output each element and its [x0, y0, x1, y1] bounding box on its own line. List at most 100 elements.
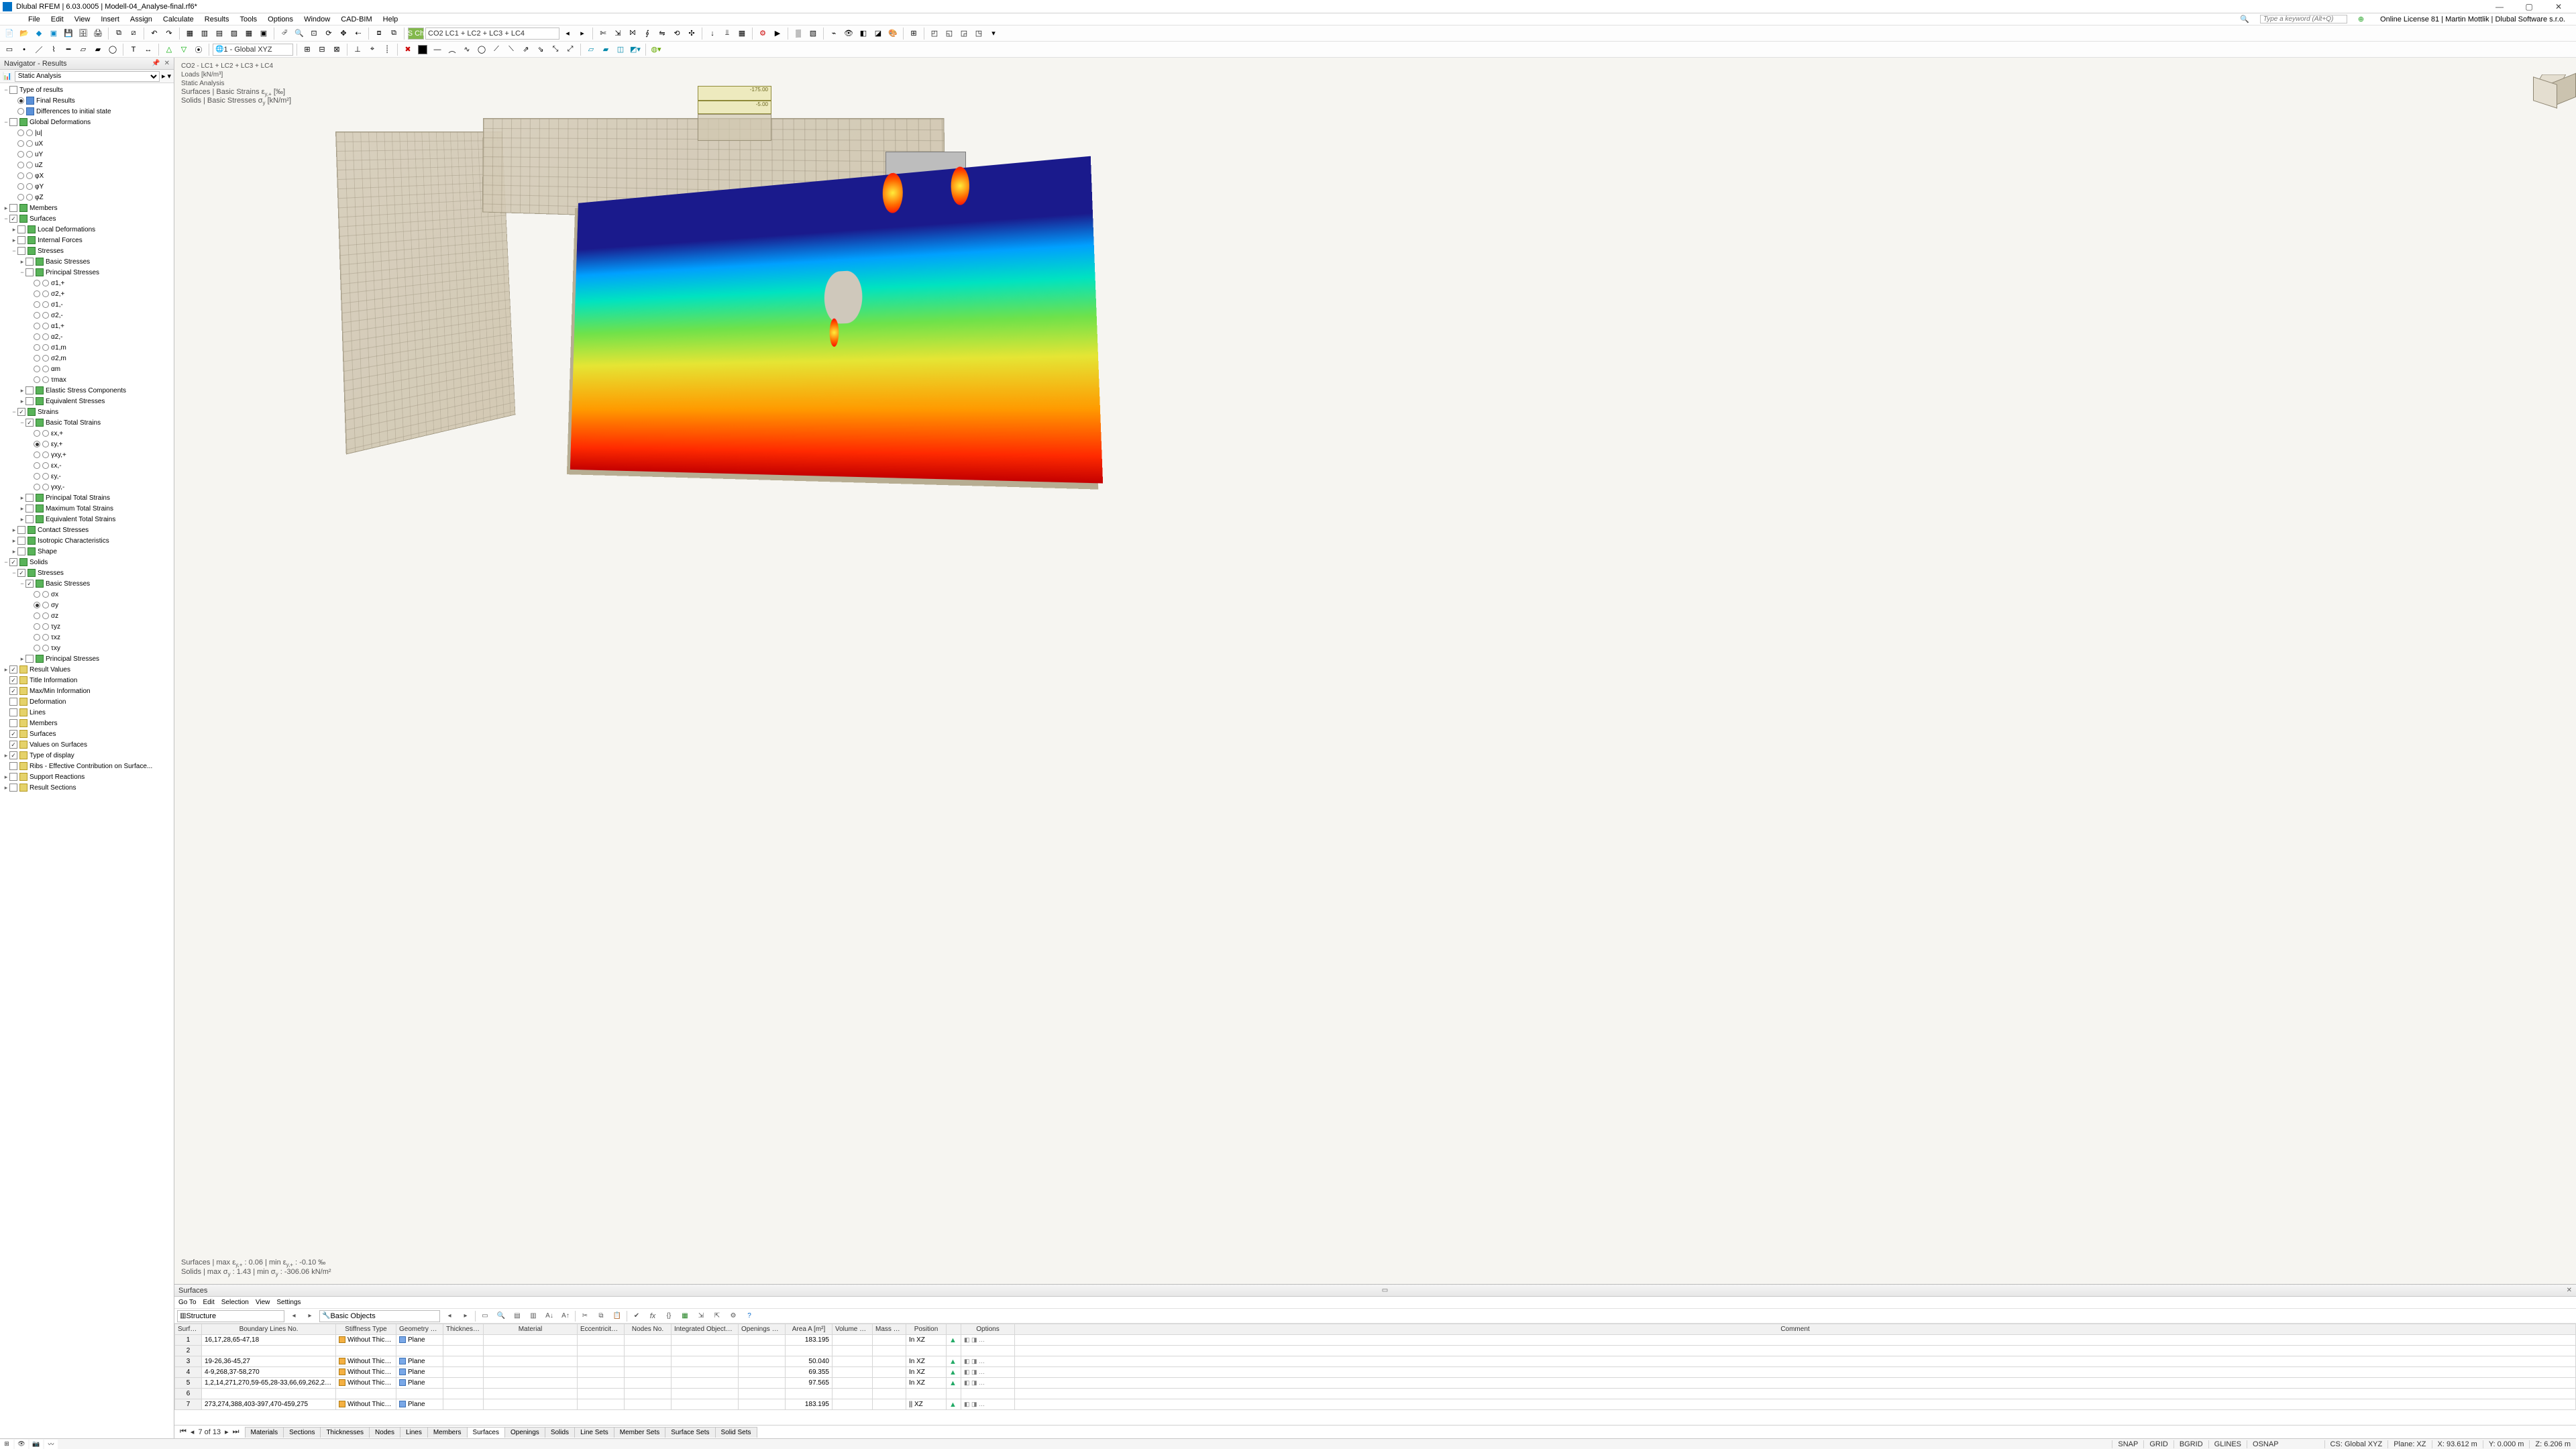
tb-x[interactable]: ◱	[943, 27, 956, 40]
tb-show-loads[interactable]: ▦	[183, 27, 197, 40]
bp-tab-line-sets[interactable]: Line Sets	[574, 1427, 614, 1438]
tb2-surf4[interactable]: ◩▾	[629, 43, 642, 56]
navigator-pin-icon[interactable]: 📌	[152, 60, 160, 67]
tb-prev-view[interactable]: ⇠	[352, 27, 365, 40]
tree-equiv-stresses[interactable]: ▸Equivalent Stresses	[0, 396, 174, 407]
tb2-solid1[interactable]: ◍▾	[649, 43, 663, 56]
tb-orbit[interactable]: ⟳	[322, 27, 335, 40]
tb-clipping[interactable]: ⧉	[387, 27, 400, 40]
tb-extend[interactable]: ⇲	[611, 27, 625, 40]
menu-insert[interactable]: Insert	[95, 15, 125, 23]
pager-last-icon[interactable]: ⏭	[231, 1428, 241, 1436]
tb-model-icon[interactable]: ◆	[32, 27, 46, 40]
tb-zoom-extents[interactable]: ⊡	[307, 27, 321, 40]
menu-cadbim[interactable]: CAD-BIM	[335, 15, 377, 23]
tb-trim[interactable]: ✄	[596, 27, 610, 40]
col-header-10[interactable]: Area A [m²]	[786, 1324, 833, 1335]
bp-combo-category[interactable]: ▥ Structure	[177, 1310, 284, 1322]
sb-grid[interactable]: GRID	[2143, 1440, 2174, 1448]
col-header-11[interactable]: Volume V [m³]	[833, 1324, 873, 1335]
tb2-grid2[interactable]: ⊟	[315, 43, 329, 56]
table-row[interactable]: 116,17,28,65-47,18Without Thickn...Plane…	[175, 1335, 2576, 1346]
sb-line-icon[interactable]: 〰	[44, 1440, 58, 1449]
tb-zoom-window[interactable]: 🔍	[292, 27, 306, 40]
bp-tab-nodes[interactable]: Nodes	[369, 1427, 400, 1438]
bp-btn-export[interactable]: ⇲	[694, 1310, 708, 1322]
sb-osnap[interactable]: OSNAP	[2247, 1440, 2284, 1448]
tb-node-load[interactable]: ↓	[706, 27, 719, 40]
tb-open[interactable]: 📂	[17, 27, 31, 40]
bp-tab-surface-sets[interactable]: Surface Sets	[665, 1427, 715, 1438]
bp-tab-members[interactable]: Members	[427, 1427, 468, 1438]
tree-sigma-1[interactable]: σ2,+	[0, 288, 174, 299]
tb-saveall[interactable]: 🗄	[76, 27, 90, 40]
bp-tab-lines[interactable]: Lines	[400, 1427, 428, 1438]
tree-principal-stresses[interactable]: −Principal Stresses	[0, 267, 174, 278]
col-header-4[interactable]: Thickness No.	[443, 1324, 484, 1335]
tb2-spline-icon[interactable]: ∿	[460, 43, 474, 56]
tb-surf-load[interactable]: ▦	[735, 27, 749, 40]
menu-file[interactable]: File	[23, 15, 46, 23]
col-header-8[interactable]: Integrated Objects Lines No.	[672, 1324, 739, 1335]
navigator-tree[interactable]: −Type of resultsFinal ResultsDifferences…	[0, 83, 174, 1438]
col-header-3[interactable]: Geometry Type	[396, 1324, 443, 1335]
tb2-hinge[interactable]: ⦿	[192, 43, 205, 56]
tb-transp[interactable]: ◧	[857, 27, 870, 40]
tree-sigma-0[interactable]: σ1,+	[0, 278, 174, 288]
tb-filter2[interactable]: ⌁	[827, 27, 841, 40]
tree-sigma-9[interactable]: τmax	[0, 374, 174, 385]
tb2-support-line[interactable]: ▽	[177, 43, 191, 56]
bp-btn-script[interactable]: {}	[662, 1310, 676, 1322]
tree-deformation[interactable]: Deformation	[0, 696, 174, 707]
tree-local-def[interactable]: ▸Local Deformations	[0, 224, 174, 235]
tb-y[interactable]: ◲	[957, 27, 971, 40]
tb2-guide[interactable]: ┊	[380, 43, 394, 56]
tb-loadcase-type[interactable]: S Ch	[408, 28, 424, 40]
tree-solids[interactable]: −✓Solids	[0, 557, 174, 568]
bp-btn-excel[interactable]: ▦	[678, 1310, 692, 1322]
col-header-13[interactable]: Position	[906, 1324, 947, 1335]
bp-btn-settings[interactable]: ⚙	[727, 1310, 740, 1322]
tb-table[interactable]: ▦	[242, 27, 256, 40]
bp-prev-cat[interactable]: ◂	[287, 1310, 301, 1322]
col-header-9[interactable]: Openings No.	[739, 1324, 786, 1335]
tree-max-total-strains[interactable]: ▸Maximum Total Strains	[0, 503, 174, 514]
col-header-16[interactable]: Comment	[1015, 1324, 2576, 1335]
tree-global-def[interactable]: −Global Deformations	[0, 117, 174, 127]
bp-next-cat[interactable]: ▸	[303, 1310, 317, 1322]
bp-tab-member-sets[interactable]: Member Sets	[614, 1427, 665, 1438]
bp-tab-thicknesses[interactable]: Thicknesses	[320, 1427, 370, 1438]
tree-surfaces2[interactable]: ✓Surfaces	[0, 729, 174, 739]
tb2-l9[interactable]: ⤡	[549, 43, 562, 56]
sb-cam-icon[interactable]: 📷	[30, 1440, 43, 1449]
tree-result-sections[interactable]: ▸Result Sections	[0, 782, 174, 793]
tree-solid-sigma-3[interactable]: τyz	[0, 621, 174, 632]
tree-solid-sigma-4[interactable]: τxz	[0, 632, 174, 643]
bp-btn-check[interactable]: ✔	[630, 1310, 643, 1322]
tb2-snap[interactable]: ⌖	[366, 43, 379, 56]
tree-solid-principal[interactable]: ▸Principal Stresses	[0, 653, 174, 664]
tb2-poly[interactable]: ⌇	[47, 43, 60, 56]
tree-stresses[interactable]: −Stresses	[0, 246, 174, 256]
tree-sigma-5[interactable]: α2,-	[0, 331, 174, 342]
sb-eye-icon[interactable]: 👁	[15, 1440, 28, 1449]
close-button[interactable]: ✕	[2544, 2, 2573, 11]
table-row[interactable]: 7273,274,388,403-397,470-459,275Without …	[175, 1399, 2576, 1410]
tree-u-5[interactable]: φY	[0, 181, 174, 192]
tree-strain-0[interactable]: εx,+	[0, 428, 174, 439]
tb2-l8[interactable]: ⇘	[534, 43, 547, 56]
col-header-5[interactable]: Material	[484, 1324, 578, 1335]
tree-type-of-display[interactable]: ▸✓Type of display	[0, 750, 174, 761]
tb2-circle-icon[interactable]: ◯	[475, 43, 488, 56]
tb-calc-all[interactable]: ⚙	[756, 27, 769, 40]
menu-calculate[interactable]: Calculate	[158, 15, 199, 23]
tree-type-of-results[interactable]: −Type of results	[0, 85, 174, 95]
tree-basic-total-strains[interactable]: −✓Basic Total Strains	[0, 417, 174, 428]
tree-strains[interactable]: −✓Strains	[0, 407, 174, 417]
tb-rotate[interactable]: ⟲	[670, 27, 684, 40]
tb2-delete-icon[interactable]: ✖	[401, 43, 415, 56]
tb-redo[interactable]: ↷	[162, 27, 176, 40]
col-header-2[interactable]: Stiffness Type	[336, 1324, 396, 1335]
bp-btn-cut[interactable]: ✂	[578, 1310, 592, 1322]
bp-pager[interactable]: ⏮ ◂ 7 of 13 ▸ ⏭	[174, 1428, 245, 1436]
